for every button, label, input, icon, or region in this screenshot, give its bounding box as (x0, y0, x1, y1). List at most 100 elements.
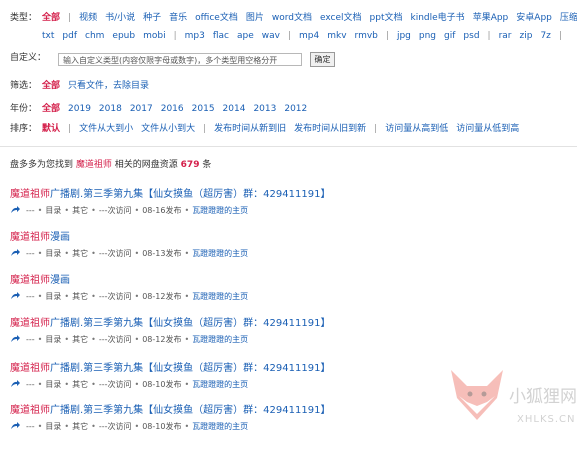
result-title-link[interactable]: 魔道祖师广播剧.第三季第九集【仙女摸鱼（超厉害）群：429411191】 (10, 317, 550, 331)
result-category: 其它 (72, 292, 89, 301)
sort-option[interactable]: 访问量从高到低 (385, 123, 448, 135)
type-option[interactable]: 全部 (42, 12, 60, 24)
year-option[interactable]: 2013 (253, 103, 276, 115)
type-separator: | (287, 31, 292, 41)
result-owner-link[interactable]: 瓦蹬蹬蹬的主页 (192, 335, 248, 344)
result-title-link[interactable]: 魔道祖师广播剧.第三季第九集【仙女摸鱼（超厉害）群：429411191】 (10, 188, 550, 202)
type-option[interactable]: png (419, 30, 436, 42)
type-option[interactable]: jpg (397, 30, 411, 42)
type-option[interactable]: rmvb (355, 30, 378, 42)
type-option[interactable]: psd (463, 30, 479, 42)
result-owner-link[interactable]: 瓦蹬蹬蹬的主页 (192, 380, 248, 389)
year-option[interactable]: 2019 (68, 103, 91, 115)
screen-options: 全部 只看文件，去除目录 (42, 80, 573, 92)
sort-separator: | (203, 124, 207, 134)
type-option[interactable]: txt (42, 30, 54, 42)
result-item: 魔道祖师漫画 --- • 目录 • 其它 • ---次访问 • 08-13发布 • 瓦蹬蹬蹬的主页 (10, 231, 550, 260)
summary-keyword: 魔道祖师 (75, 160, 112, 170)
year-option[interactable]: 2012 (284, 103, 307, 115)
result-visits: ---次访问 (98, 335, 132, 344)
result-title-link[interactable]: 魔道祖师漫画 (10, 274, 550, 288)
type-option[interactable]: mobi (143, 30, 166, 42)
share-icon (11, 249, 20, 256)
type-option[interactable]: 安卓App (516, 12, 552, 24)
type-option[interactable]: pdf (62, 30, 77, 42)
year-option[interactable]: 2016 (161, 103, 184, 115)
watermark-fox-logo: 小狐狸网 XHLKS.CN (451, 370, 577, 425)
filter-panel: 类型： 全部 | 视频 书/小说 种子 音乐 office文档 图片 word文档 excel文档… (0, 0, 577, 147)
share-icon (11, 292, 20, 299)
sort-option[interactable]: 默认 (42, 123, 60, 135)
summary-prefix: 盘多多为您找到 (10, 160, 74, 170)
result-owner-link[interactable]: 瓦蹬蹬蹬的主页 (192, 206, 248, 215)
type-option[interactable]: 视频 (79, 12, 97, 24)
type-option[interactable]: 7z (540, 30, 550, 42)
result-dash: --- (26, 206, 35, 215)
custom-type-input[interactable]: 输入自定义类型(内容仅限字母或数字)，多个类型用空格分开 (58, 53, 302, 66)
result-owner-link[interactable]: 瓦蹬蹬蹬的主页 (192, 249, 248, 258)
type-option[interactable]: zip (520, 30, 533, 42)
type-option[interactable]: 压缩包 (560, 12, 577, 24)
type-option[interactable]: kindle电子书 (411, 12, 465, 24)
type-option[interactable]: 苹果App (473, 12, 509, 24)
summary-count: 679 (180, 160, 200, 170)
type-options-1: 全部 | 视频 书/小说 种子 音乐 office文档 图片 word文档 excel文档 ppt文… (42, 12, 577, 24)
result-dir: 目录 (45, 380, 62, 389)
result-visits: ---次访问 (98, 249, 132, 258)
type-option[interactable]: mkv (327, 30, 346, 42)
custom-row: 自定义： 输入自定义类型(内容仅限字母或数字)，多个类型用空格分开 确定 (10, 52, 573, 68)
type-option[interactable]: excel文档 (320, 12, 362, 24)
sort-option[interactable]: 发布时间从旧到新 (294, 123, 366, 135)
result-summary: 盘多多为您找到 魔道祖师 相关的网盘资源 679 条 (10, 157, 211, 170)
type-separator: | (173, 31, 177, 41)
result-category: 其它 (72, 380, 89, 389)
watermark-subtitle: XHLKS.CN (517, 414, 576, 425)
year-option[interactable]: 2018 (99, 103, 122, 115)
year-option[interactable]: 2015 (192, 103, 215, 115)
result-title-keyword: 魔道祖师 (10, 363, 50, 374)
year-option[interactable]: 2014 (223, 103, 246, 115)
sort-option[interactable]: 访问量从低到高 (456, 123, 519, 135)
type-option[interactable]: ape (237, 30, 254, 42)
type-option[interactable]: 书/小说 (105, 12, 135, 24)
type-option[interactable]: ppt文档 (370, 12, 403, 24)
type-option[interactable]: word文档 (272, 12, 312, 24)
sort-separator: | (374, 124, 378, 134)
type-option[interactable]: 音乐 (169, 12, 187, 24)
result-category: 其它 (72, 422, 89, 431)
share-icon (11, 380, 20, 387)
type-option[interactable]: mp4 (299, 30, 319, 42)
type-option[interactable]: wav (262, 30, 280, 42)
type-option[interactable]: chm (85, 30, 104, 42)
type-options-2: txt pdf chm epub mobi | mp3 flac ape wav | mp4 mkv rm… (42, 30, 573, 42)
result-title-link[interactable]: 魔道祖师漫画 (10, 231, 550, 245)
confirm-button[interactable]: 确定 (310, 52, 335, 67)
sort-row: 排序： 默认 | 文件从大到小 文件从小到大 | 发布时间从新到旧 发布时间从旧到新 | 访问量… (10, 123, 573, 135)
result-owner-link[interactable]: 瓦蹬蹬蹬的主页 (192, 422, 248, 431)
type-separator: | (487, 31, 491, 41)
year-option[interactable]: 全部 (42, 103, 60, 115)
sort-option[interactable]: 文件从小到大 (141, 123, 195, 135)
type-option[interactable]: 图片 (246, 12, 264, 24)
screen-row: 筛选： 全部 只看文件，去除目录 (10, 80, 573, 92)
result-meta: --- • 目录 • 其它 • ---次访问 • 08-13发布 • 瓦蹬蹬蹬的主页 (10, 248, 550, 260)
sort-option[interactable]: 发布时间从新到旧 (214, 123, 286, 135)
type-option[interactable]: office文档 (195, 12, 238, 24)
type-separator: | (385, 31, 389, 41)
result-date: 08-10发布 (142, 380, 182, 389)
type-option[interactable]: epub (112, 30, 135, 42)
type-option[interactable]: rar (499, 30, 512, 42)
type-option[interactable]: 种子 (143, 12, 161, 24)
result-title-text: 广播剧.第三季第九集【仙女摸鱼（超厉害）群：429411191】 (50, 189, 331, 200)
screen-option[interactable]: 全部 (42, 80, 60, 92)
type-option[interactable]: mp3 (185, 30, 205, 42)
sort-option[interactable]: 文件从大到小 (79, 123, 133, 135)
type-option[interactable]: gif (444, 30, 455, 42)
type-label: 类型： (10, 13, 38, 23)
result-owner-link[interactable]: 瓦蹬蹬蹬的主页 (192, 292, 248, 301)
result-dir: 目录 (45, 335, 62, 344)
year-option[interactable]: 2017 (130, 103, 153, 115)
type-option[interactable]: flac (213, 30, 229, 42)
screen-option[interactable]: 只看文件，去除目录 (68, 80, 149, 92)
year-row: 年份： 全部 2019 2018 2017 2016 2015 2014 2013 2012 (10, 103, 573, 115)
